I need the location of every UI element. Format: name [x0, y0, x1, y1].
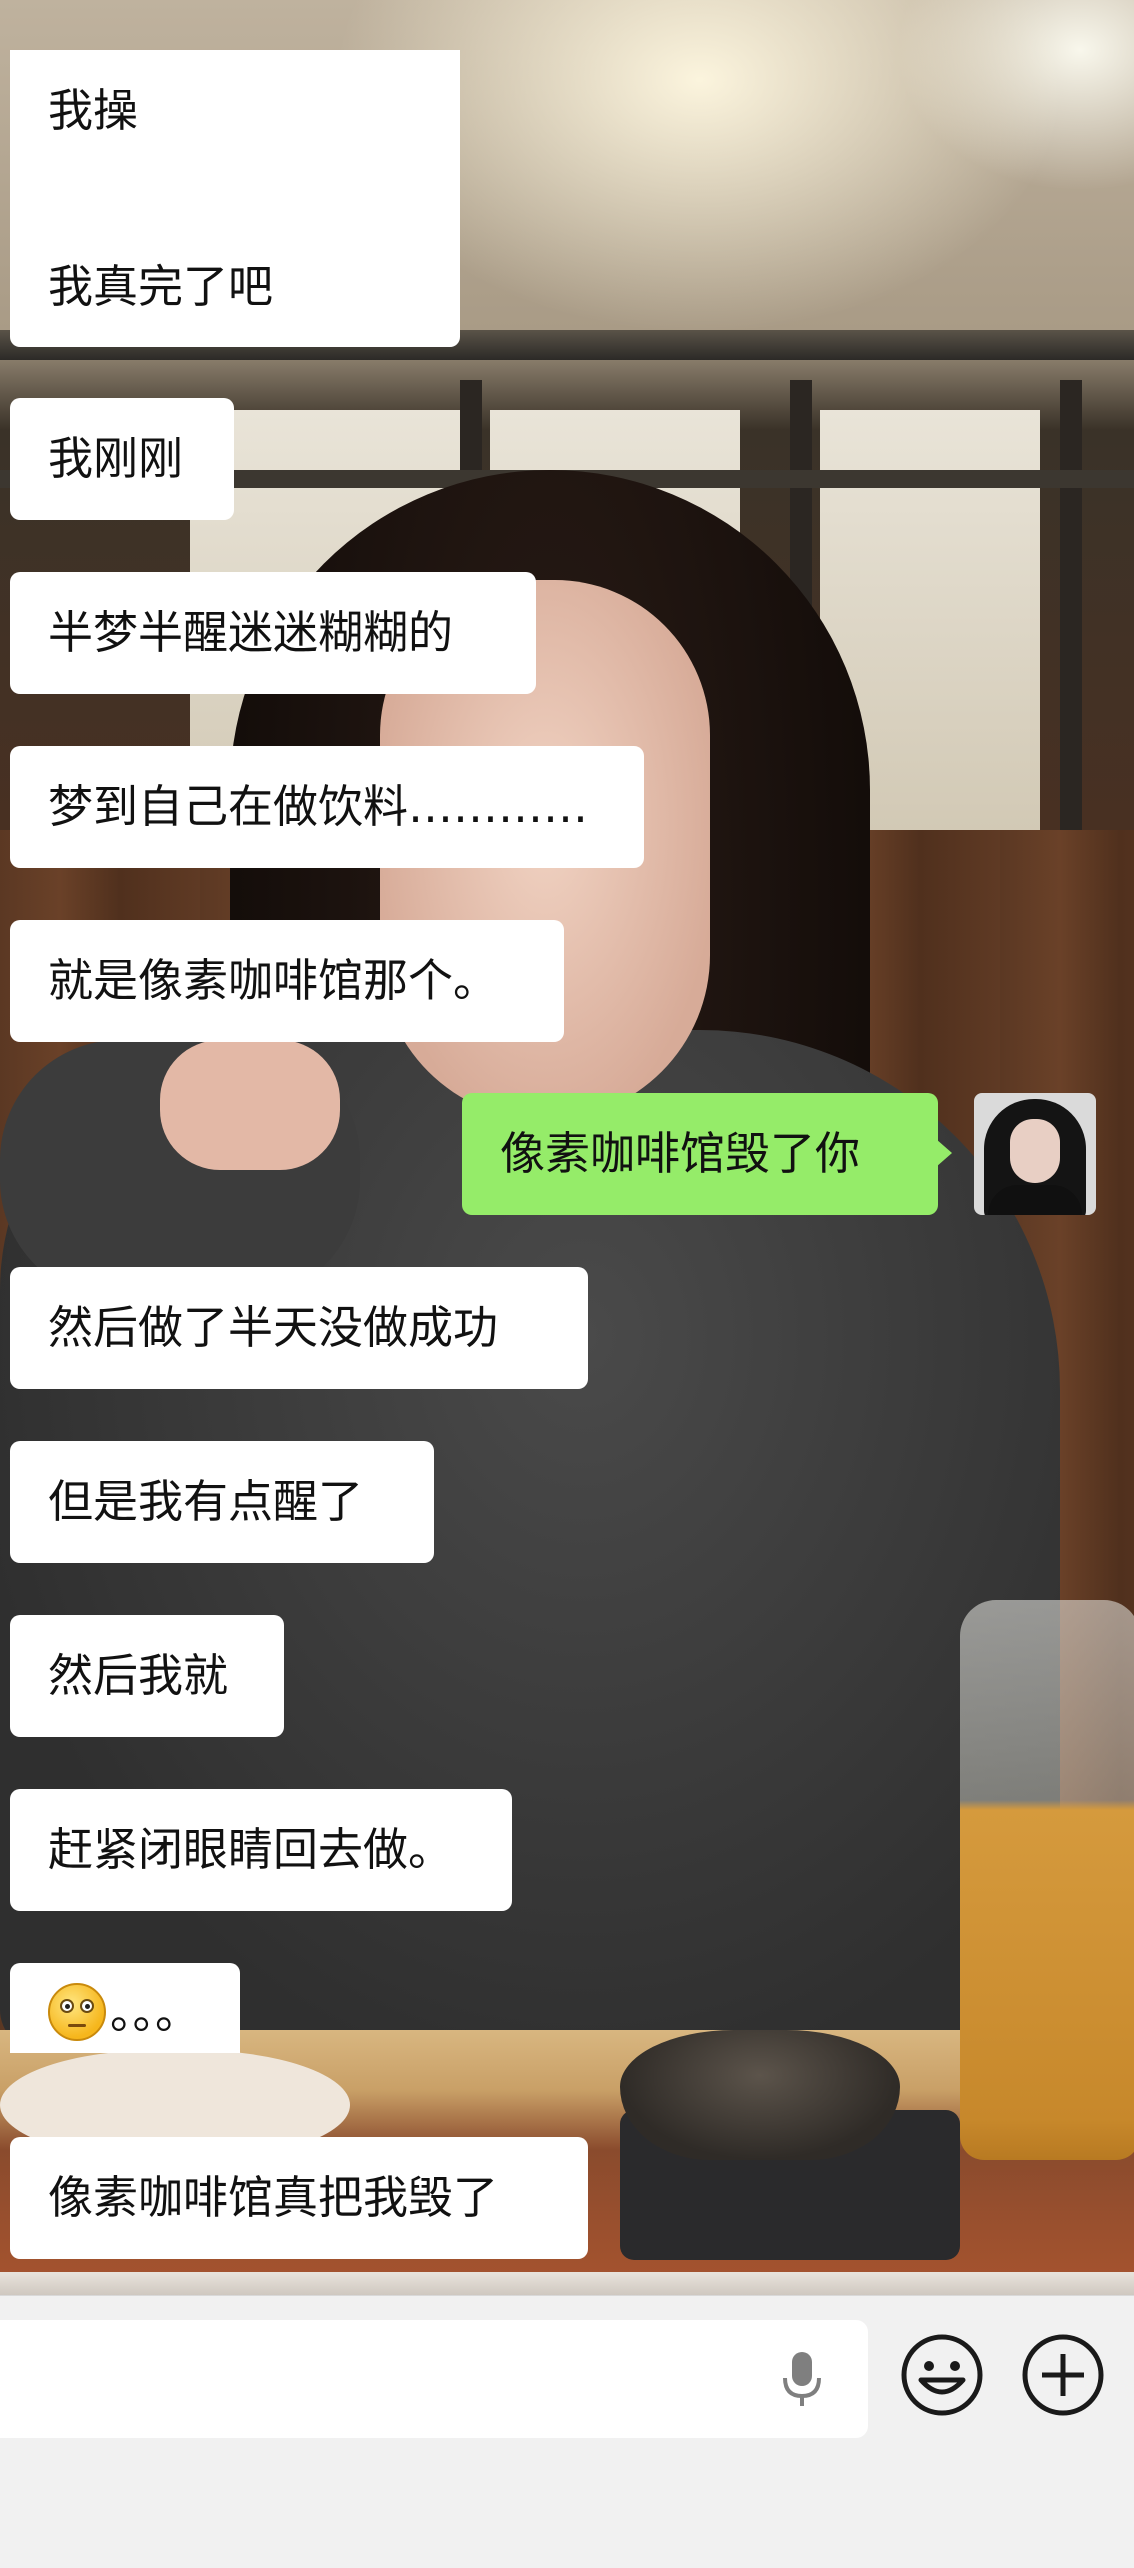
message-text: 半梦半醒迷迷糊糊的 [48, 606, 454, 659]
message-bubble-incoming[interactable]: 像素咖啡馆真把我毁了 [10, 2137, 588, 2259]
message-text: 。。。 [110, 1986, 201, 2039]
message-text: 但是我有点醒了 [48, 1475, 364, 1528]
message-bubble-incoming[interactable]: 我刚刚 [10, 398, 234, 520]
message-bubble-incoming[interactable]: 然后我就 [10, 1615, 284, 1737]
message-bubble-incoming[interactable]: 然后做了半天没做成功 [10, 1267, 588, 1389]
message-bubble-incoming[interactable]: 但是我有点醒了 [10, 1441, 434, 1563]
message-list[interactable]: 我操 我真完了吧 我刚刚 半梦半醒迷迷糊糊的 梦到自己在做饮料………… 就是像素… [0, 0, 1134, 2295]
message-bubble-incoming[interactable]: 我操 [10, 50, 460, 172]
message-bubble-incoming[interactable]: 我真完了吧 [10, 172, 460, 347]
message-bubble-incoming[interactable]: 赶紧闭眼睛回去做。 [10, 1789, 512, 1911]
message-text: 赶紧闭眼睛回去做。 [48, 1823, 454, 1876]
message-text: 我真完了吧 [48, 260, 274, 313]
message-text: 我刚刚 [48, 432, 184, 485]
message-input[interactable] [0, 2320, 868, 2438]
message-bubble-incoming[interactable]: 就是像素咖啡馆那个。 [10, 920, 564, 1042]
message-text: 我操 [48, 84, 139, 137]
message-text: 梦到自己在做饮料………… [48, 780, 589, 833]
message-text: 然后我就 [48, 1649, 229, 1702]
my-avatar[interactable] [974, 1093, 1096, 1215]
message-bubble-outgoing[interactable]: 像素咖啡馆毁了你 [462, 1093, 952, 1215]
chat-input-bar [0, 2295, 1134, 2568]
message-text: 就是像素咖啡馆那个。 [48, 954, 499, 1007]
plus-circle-icon[interactable] [1020, 2332, 1106, 2418]
message-bubble-incoming[interactable]: 梦到自己在做饮料………… [10, 746, 644, 868]
flushed-face-emoji-icon [48, 1983, 106, 2041]
microphone-icon[interactable] [780, 2350, 824, 2410]
message-text: 像素咖啡馆毁了你 [500, 1127, 861, 1180]
message-bubble-incoming[interactable]: 。。。 [10, 1963, 240, 2053]
message-text: 然后做了半天没做成功 [48, 1301, 499, 1354]
smiley-icon[interactable] [899, 2332, 985, 2418]
message-bubble-incoming[interactable]: 半梦半醒迷迷糊糊的 [10, 572, 536, 694]
message-text: 像素咖啡馆真把我毁了 [48, 2171, 499, 2224]
